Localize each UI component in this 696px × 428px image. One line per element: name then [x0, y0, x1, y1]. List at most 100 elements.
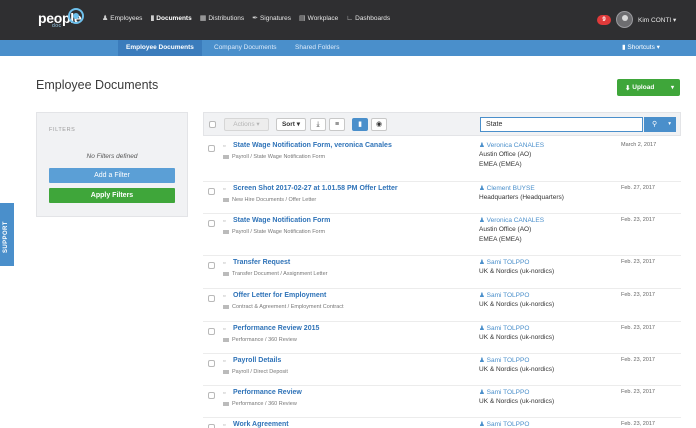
nav-item-signatures[interactable]: ✒ Signatures [252, 15, 291, 22]
document-path-text: New Hire Documents / Offer Letter [232, 197, 317, 203]
document-title[interactable]: State Wage Notification Form [233, 217, 330, 224]
row-checkbox[interactable] [208, 145, 215, 152]
document-date: Feb. 23, 2017 [621, 217, 655, 223]
row-checkbox[interactable] [208, 392, 215, 399]
document-row[interactable]: ▫ Transfer Request Transfer Document / Ass… [203, 256, 681, 289]
username: Kim CONTI [638, 17, 672, 24]
employee-link[interactable]: ♟ Sami TOLPPO [479, 388, 529, 396]
sort-dropdown[interactable]: Sort ▾ [276, 118, 306, 131]
employee-detail: UK & Nordics (uk-nordics) [479, 301, 555, 308]
chevron-down-icon: ▾ [670, 85, 674, 91]
nav-item-distributions[interactable]: ▦ Distributions [200, 15, 244, 22]
search-icon: ⚲ [652, 121, 658, 128]
apply-filters-button[interactable]: Apply Filters [49, 188, 175, 203]
row-checkbox[interactable] [208, 424, 215, 428]
upload-label: Upload [632, 84, 655, 91]
document-date: Feb. 23, 2017 [621, 389, 655, 395]
employee-detail: EMEA (EMEA) [479, 161, 522, 168]
row-checkbox[interactable] [208, 188, 215, 195]
employee-name: Sami TOLPPO [486, 389, 530, 396]
row-checkbox[interactable] [208, 262, 215, 269]
document-row[interactable]: ▫ Payroll Details Payroll / Direct Deposit… [203, 354, 681, 386]
document-row[interactable]: ▫ Performance Review Performance / 360 Rev… [203, 386, 681, 418]
add-filter-button[interactable]: Add a Filter [49, 168, 175, 183]
document-icon: ▫ [223, 422, 226, 428]
sort-label: Sort [281, 121, 295, 128]
employee-link[interactable]: ♟ Veronica CANALES [479, 141, 544, 149]
search-button[interactable]: ⚲ ▾ [644, 117, 676, 132]
document-path: Contract & Agreement / Employment Contra… [223, 304, 344, 310]
folder-icon [223, 401, 229, 406]
notification-badge[interactable]: 9 [597, 15, 611, 25]
person-icon: ♟ [479, 325, 487, 332]
document-path: Payroll / Direct Deposit [223, 369, 288, 375]
document-title[interactable]: Offer Letter for Employment [233, 292, 326, 299]
document-path-text: Performance / 360 Review [232, 337, 297, 343]
document-title[interactable]: Work Agreement [233, 421, 289, 428]
employee-name: Sami TOLPPO [486, 421, 530, 428]
nav-item-workplace[interactable]: ▤ Workplace [299, 15, 338, 22]
folder-icon [223, 154, 229, 159]
document-view-icon[interactable]: ▮ [352, 118, 368, 131]
chart-icon: ∟ [346, 15, 354, 22]
support-tab[interactable]: SUPPORT [0, 203, 14, 266]
document-row[interactable]: ▫ State Wage Notification Form Payroll / S… [203, 214, 681, 256]
document-title[interactable]: Performance Review [233, 389, 302, 396]
select-all-checkbox[interactable] [209, 121, 216, 128]
employee-link[interactable]: ♟ Clement BUYSE [479, 184, 535, 192]
person-icon: ♟ [479, 259, 487, 266]
user-menu[interactable]: Kim CONTI ▾ [638, 16, 676, 24]
document-row[interactable]: ▫ Performance Review 2015 Performance / 36… [203, 322, 681, 354]
grid-icon: ▦ [199, 15, 207, 22]
upload-button[interactable]: ⬇ Upload ▾ [617, 79, 680, 96]
employee-detail: Austin Office (AO) [479, 151, 532, 158]
main-nav: ♟ Employees ▮ Documents ▦ Distributions … [102, 15, 390, 22]
employee-name: Clement BUYSE [486, 185, 535, 192]
tab-employee-documents[interactable]: Employee Documents [118, 40, 202, 56]
avatar[interactable] [616, 11, 633, 28]
document-row[interactable]: ▫ Work Agreement ♟ Sami TOLPPO Feb. 23, 201… [203, 418, 681, 428]
nav-item-dashboards[interactable]: ∟ Dashboards [346, 15, 390, 22]
tab-shared-folders[interactable]: Shared Folders [287, 40, 347, 56]
employee-link[interactable]: ♟ Sami TOLPPO [479, 324, 529, 332]
employee-detail: UK & Nordics (uk-nordics) [479, 366, 555, 373]
page-title: Employee Documents [36, 78, 159, 92]
row-checkbox[interactable] [208, 328, 215, 335]
employee-detail: UK & Nordics (uk-nordics) [479, 334, 555, 341]
row-checkbox[interactable] [208, 295, 215, 302]
nav-item-documents[interactable]: ▮ Documents [150, 15, 191, 22]
employee-link[interactable]: ♟ Sami TOLPPO [479, 356, 529, 364]
search-input[interactable]: State [480, 117, 643, 132]
sub-navigation-bar: Employee Documents Company Documents Sha… [0, 40, 696, 56]
employee-link[interactable]: ♟ Sami TOLPPO [479, 420, 529, 428]
tab-company-documents[interactable]: Company Documents [206, 40, 285, 56]
document-row[interactable]: ▫ Screen Shot 2017-02-27 at 1.01.58 PM Of… [203, 182, 681, 214]
list-view-icon[interactable]: ≡ [329, 118, 345, 131]
document-title[interactable]: Screen Shot 2017-02-27 at 1.01.58 PM Off… [233, 185, 398, 192]
folder-icon [223, 229, 229, 234]
actions-label: Actions [233, 121, 255, 128]
camera-icon[interactable]: ◉ [371, 118, 387, 131]
row-checkbox[interactable] [208, 360, 215, 367]
shortcuts-menu[interactable]: ▮ Shortcuts ▾ [622, 40, 660, 56]
nav-item-label: Dashboards [355, 15, 391, 22]
employee-name: Sami TOLPPO [486, 357, 530, 364]
document-path: Transfer Document / Assignment Letter [223, 271, 327, 277]
document-path-text: Payroll / State Wage Notification Form [232, 154, 326, 160]
document-row[interactable]: ▫ State Wage Notification Form, veronica … [203, 139, 681, 182]
document-row[interactable]: ▫ Offer Letter for Employment Contract & A… [203, 289, 681, 322]
employee-link[interactable]: ♟ Veronica CANALES [479, 216, 544, 224]
row-checkbox[interactable] [208, 220, 215, 227]
employee-link[interactable]: ♟ Sami TOLPPO [479, 291, 529, 299]
document-title[interactable]: Payroll Details [233, 357, 281, 364]
download-icon[interactable]: ⤓ [310, 118, 326, 131]
logo-subtext: doc [52, 23, 62, 29]
document-title[interactable]: Transfer Request [233, 259, 290, 266]
no-filters-text: No Filters defined [86, 153, 138, 160]
document-title[interactable]: State Wage Notification Form, veronica C… [233, 142, 392, 149]
nav-item-employees[interactable]: ♟ Employees [102, 15, 142, 22]
document-title[interactable]: Performance Review 2015 [233, 325, 319, 332]
nav-item-label: Employees [110, 15, 143, 22]
actions-dropdown: Actions ▾ [224, 118, 269, 131]
employee-link[interactable]: ♟ Sami TOLPPO [479, 258, 529, 266]
